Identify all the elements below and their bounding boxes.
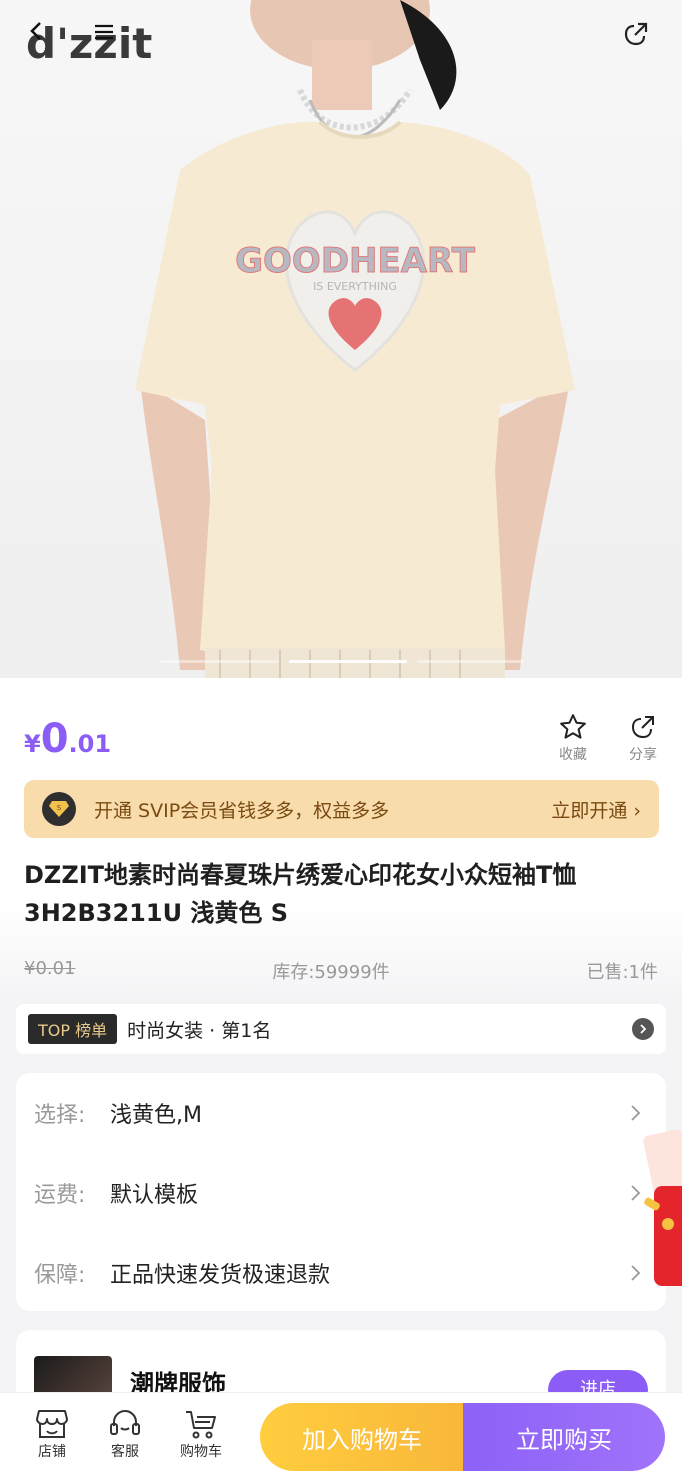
- product-detail-page: GOODHEART IS EVERYTHING d'zzit ¥ 0 .01 收…: [0, 0, 682, 1478]
- top-list-badge: TOP 榜单: [28, 1014, 118, 1044]
- share-icon: [624, 22, 648, 46]
- share-label: 分享: [629, 747, 657, 763]
- ranking-text: 时尚女装 · 第1名: [127, 1019, 272, 1042]
- chevron-right-icon: [631, 1105, 641, 1121]
- share-icon: [631, 716, 654, 739]
- product-title: DZZIT地素时尚春夏珠片绣爱心印花女小众短袖T恤 3H2B3211U 浅黄色 …: [24, 861, 577, 927]
- current-price: ¥ 0 .01: [24, 716, 111, 762]
- option-value: 默认模板: [110, 1183, 199, 1208]
- service-nav-button[interactable]: 客服: [97, 1407, 153, 1461]
- option-value: 浅黄色,M: [110, 1103, 202, 1128]
- menu-icon: [95, 24, 113, 40]
- ranking-bar[interactable]: TOP 榜单 时尚女装 · 第1名: [16, 1004, 666, 1054]
- store-icon: [36, 1410, 68, 1438]
- price-row: ¥ 0 .01 收藏 分享: [24, 710, 664, 770]
- print-main-text: GOODHEART: [235, 241, 476, 281]
- share-button-top[interactable]: [622, 20, 662, 60]
- option-spec[interactable]: 选择: 浅黄色,M: [34, 1093, 646, 1133]
- product-image-carousel[interactable]: GOODHEART IS EVERYTHING d'zzit: [0, 0, 682, 678]
- svg-text:S: S: [57, 804, 62, 812]
- carousel-dot: [160, 660, 279, 663]
- option-shipping[interactable]: 运费: 默认模板: [34, 1173, 646, 1213]
- headset-icon: [110, 1409, 140, 1435]
- product-photo: GOODHEART IS EVERYTHING: [135, 0, 575, 678]
- chevron-left-icon: [30, 22, 41, 40]
- favorite-label: 收藏: [559, 747, 587, 763]
- option-key: 选择:: [34, 1103, 86, 1128]
- product-meta: ¥0.01 库存:59999件 已售:1件: [24, 958, 658, 984]
- buy-now-button[interactable]: 立即购买: [463, 1403, 665, 1471]
- service-nav-label: 客服: [111, 1444, 139, 1460]
- svip-open-link[interactable]: 立即开通 ›: [551, 796, 641, 823]
- cart-nav-button[interactable]: 购物车: [173, 1407, 229, 1461]
- carousel-dot-active: [288, 660, 408, 663]
- bottom-action-bar: 店铺 客服 购物车 加入购物车 立即购买: [0, 1392, 682, 1478]
- option-key: 保障:: [34, 1263, 86, 1288]
- carousel-dot: [417, 660, 525, 663]
- favorite-button[interactable]: 收藏: [548, 710, 598, 764]
- share-button[interactable]: 分享: [618, 710, 668, 764]
- add-to-cart-button[interactable]: 加入购物车: [260, 1403, 464, 1471]
- svip-banner[interactable]: S 开通 SVIP会员省钱多多，权益多多 立即开通 ›: [24, 780, 659, 838]
- diamond-icon: S: [42, 792, 76, 826]
- stock-count: 库存:59999件: [272, 962, 390, 983]
- option-guarantee[interactable]: 保障: 正品快速发货极速退款: [34, 1253, 646, 1293]
- chevron-right-icon: [632, 1018, 654, 1040]
- back-button[interactable]: [26, 20, 66, 60]
- red-packet-float[interactable]: [640, 1129, 682, 1290]
- print-sub-text: IS EVERYTHING: [313, 280, 397, 293]
- store-nav-button[interactable]: 店铺: [24, 1407, 80, 1461]
- price-decimal: .01: [68, 730, 112, 758]
- sold-count: 已售:1件: [586, 962, 658, 983]
- price-integer: 0: [40, 716, 69, 762]
- carousel-indicator: [160, 660, 525, 666]
- options-card: 选择: 浅黄色,M 运费: 默认模板 保障: 正品快速发货极速退款: [16, 1073, 666, 1311]
- price-currency: ¥: [24, 730, 41, 758]
- original-price: ¥0.01: [24, 958, 76, 979]
- star-icon: [560, 714, 586, 739]
- option-value: 正品快速发货极速退款: [110, 1263, 331, 1288]
- store-nav-label: 店铺: [38, 1444, 66, 1460]
- option-key: 运费:: [34, 1183, 86, 1208]
- cart-nav-label: 购物车: [180, 1444, 222, 1460]
- cart-icon: [186, 1411, 216, 1439]
- menu-button[interactable]: [92, 20, 132, 60]
- red-envelope-icon: [643, 1129, 682, 1286]
- svip-text: 开通 SVIP会员省钱多多，权益多多: [94, 799, 390, 822]
